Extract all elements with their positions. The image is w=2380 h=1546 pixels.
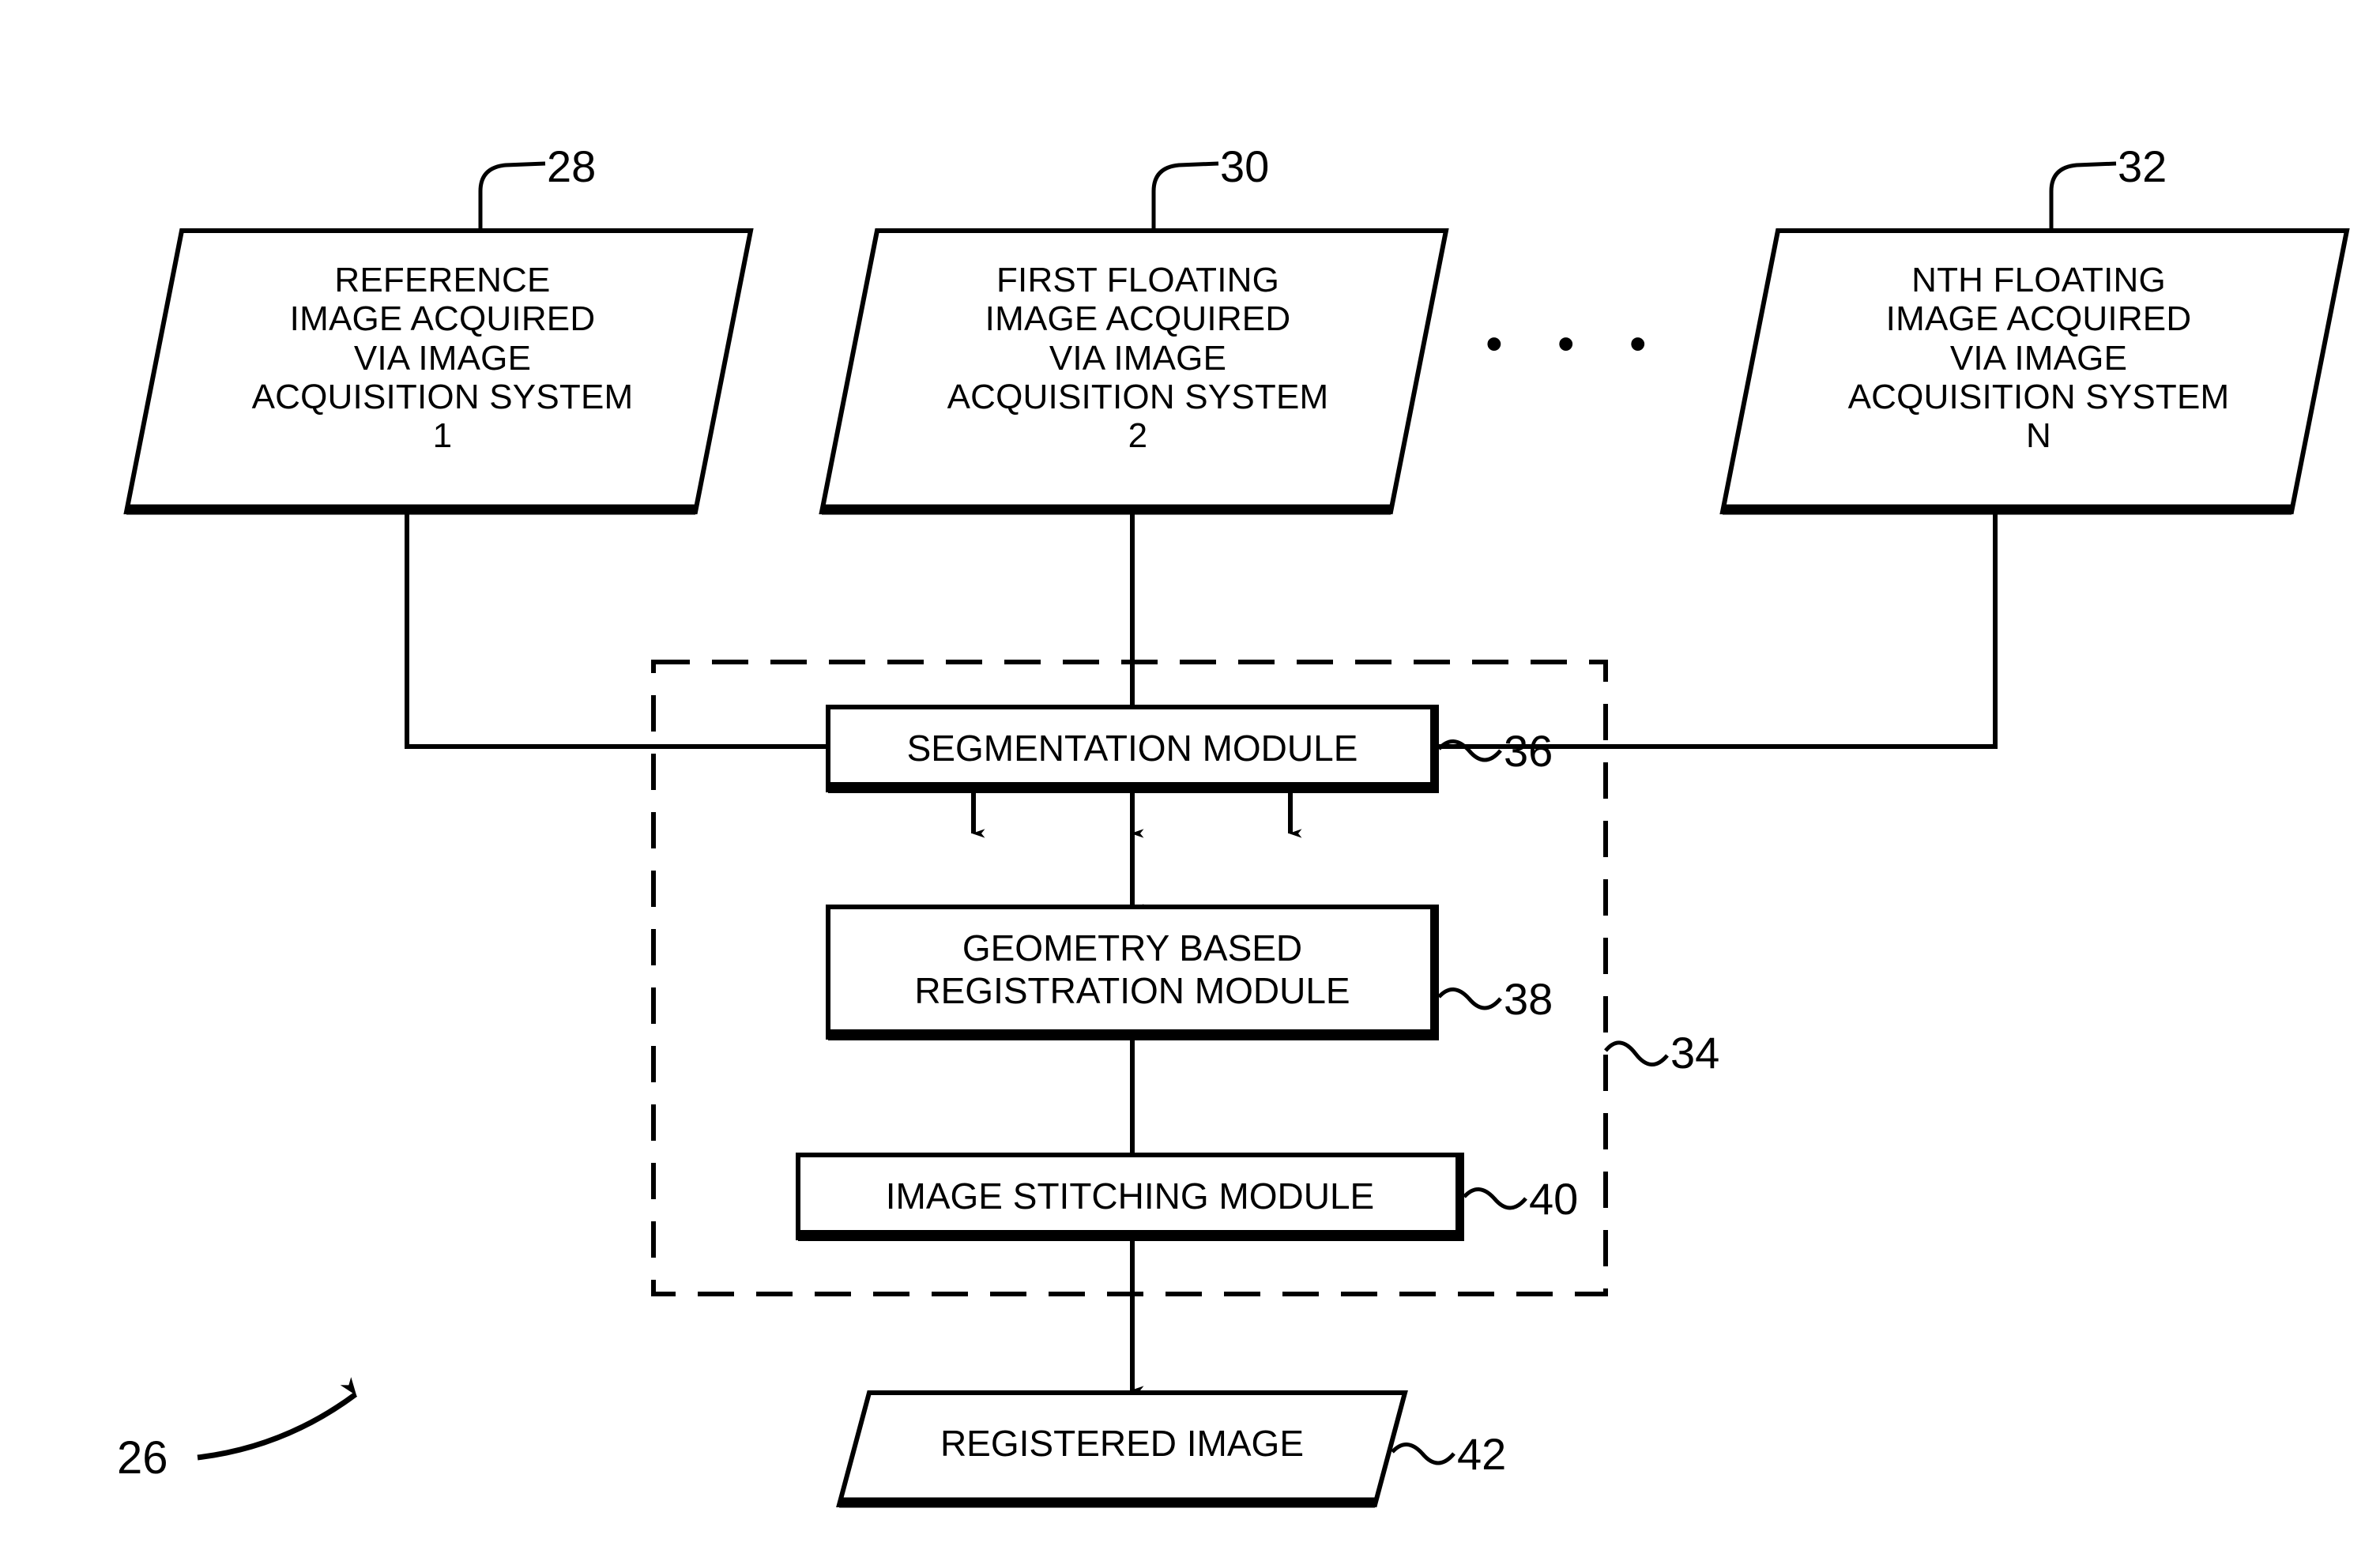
ref-numeral-40: 40 [1529, 1174, 1579, 1224]
ref-numeral-38: 38 [1504, 974, 1553, 1024]
ref-numeral-32: 32 [2118, 141, 2167, 191]
ref-numeral-26: 26 [117, 1432, 168, 1484]
figure-ref-arrow-26 [197, 1377, 358, 1461]
source-label-32: NTH FLOATING IMAGE ACQUIRED VIA IMAGE AC… [1847, 261, 2230, 456]
leader-line-40 [1463, 1187, 1527, 1210]
output-label-42: REGISTERED IMAGE [940, 1423, 1305, 1464]
ref-numeral-28: 28 [547, 141, 597, 191]
source-label-28: REFERENCE IMAGE ACQUIRED VIA IMAGE ACQUI… [251, 261, 634, 456]
diagram-vector-layer [123, 161, 2350, 1508]
module-label-40: IMAGE STITCHING MODULE [885, 1175, 1375, 1217]
leader-line-28 [478, 161, 546, 231]
ref-numeral-42: 42 [1457, 1429, 1507, 1479]
ref-numeral-36: 36 [1504, 726, 1553, 776]
leader-line-38 [1437, 987, 1502, 1010]
module-label-38: GEOMETRY BASED REGISTRATION MODULE [914, 927, 1350, 1012]
leader-line-34 [1604, 1040, 1669, 1066]
module-label-36: SEGMENTATION MODULE [906, 728, 1358, 769]
leader-line-32 [2049, 161, 2117, 231]
source-label-30: FIRST FLOATING IMAGE ACQUIRED VIA IMAGE … [947, 261, 1329, 456]
figure-canvas: REFERENCE IMAGE ACQUIRED VIA IMAGE ACQUI… [0, 0, 2380, 1546]
ref-numeral-30: 30 [1220, 141, 1270, 191]
ellipsis-indicator: • • • [1486, 317, 1667, 371]
ref-numeral-34: 34 [1670, 1028, 1720, 1078]
leader-line-30 [1151, 161, 1219, 231]
